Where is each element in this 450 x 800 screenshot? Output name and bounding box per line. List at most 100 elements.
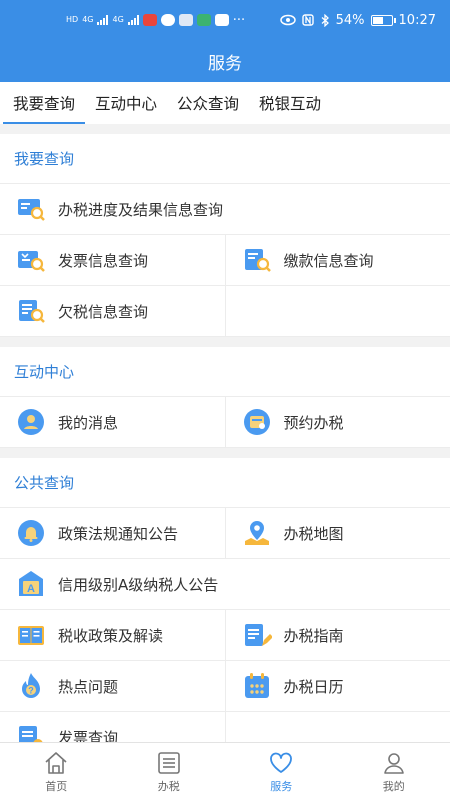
section-title: 互动中心 — [0, 347, 450, 397]
row: 我的消息 预约办税 — [0, 397, 450, 448]
item-tax-guide[interactable]: 办税指南 — [224, 610, 450, 660]
section-interaction-center: 互动中心 我的消息 预约办税 — [0, 347, 450, 448]
home-icon — [45, 751, 67, 774]
item-label: 办税指南 — [283, 626, 344, 645]
item-progress-query[interactable]: 办税进度及结果信息查询 — [0, 184, 450, 234]
status-right: 54% 10:27 — [279, 12, 436, 28]
item-label: 缴款信息查询 — [283, 251, 374, 270]
flame-question-icon: ? — [22, 673, 40, 698]
section-public-query: 公共查询 政策法规通知公告 办税地图 A 信用级别A级纳税人公告 税收政策及解读 — [0, 458, 450, 763]
calendar-icon — [244, 673, 269, 698]
item-policy-notice[interactable]: 政策法规通知公告 — [0, 508, 225, 558]
more-notifications: ··· — [232, 12, 246, 28]
row: A 信用级别A级纳税人公告 — [0, 559, 450, 610]
app-notification-icon-2 — [196, 14, 211, 26]
row: ? 热点问题 办税日历 — [0, 661, 450, 712]
item-tax-calendar[interactable]: 办税日历 — [224, 661, 450, 711]
invoice-search-icon — [18, 251, 45, 272]
row: 税收政策及解读 办税指南 — [0, 610, 450, 661]
nav-label: 我的 — [382, 779, 405, 793]
divider — [0, 124, 450, 134]
svg-text:A: A — [27, 583, 35, 595]
item-label: 办税进度及结果信息查询 — [58, 200, 224, 219]
status-left: HD 4G 4G ··· — [66, 13, 280, 28]
list-icon — [157, 751, 180, 774]
guide-icon — [244, 624, 272, 646]
tab-my-query[interactable]: 我要查询 — [3, 82, 86, 124]
hd-indicator: HD — [66, 15, 79, 24]
app-notification-icon-3 — [214, 14, 229, 26]
tab-tax-bank[interactable]: 税银互动 — [249, 82, 331, 124]
item-hot-questions[interactable]: ? 热点问题 — [0, 661, 225, 711]
content: 我要查询 办税进度及结果信息查询 发票信息查询 缴款信息查询 欠税信息查询 互动… — [0, 124, 450, 763]
row: 欠税信息查询 — [0, 286, 450, 337]
network-type-2: 4G — [112, 15, 124, 24]
clock: 10:27 — [398, 12, 436, 28]
appointment-icon — [243, 409, 270, 435]
svg-text:?: ? — [28, 686, 34, 696]
row: 办税进度及结果信息查询 — [0, 184, 450, 235]
bell-icon — [18, 520, 44, 546]
eye-icon — [279, 14, 296, 26]
nav-service[interactable]: 服务 — [225, 743, 338, 800]
divider — [0, 337, 450, 347]
item-label: 我的消息 — [58, 413, 119, 432]
row: 发票信息查询 缴款信息查询 — [0, 235, 450, 286]
tab-public-query[interactable]: 公众查询 — [167, 82, 249, 124]
map-pin-icon — [244, 521, 269, 545]
heart-icon — [270, 752, 293, 773]
nav-label: 首页 — [45, 779, 68, 793]
item-tax-map[interactable]: 办税地图 — [224, 508, 450, 558]
bluetooth-icon — [321, 13, 329, 27]
signal-icon — [97, 15, 109, 25]
card-notification-icon — [178, 14, 193, 26]
bottom-nav: 首页 办税 服务 我的 — [0, 742, 450, 800]
tab-interaction-center[interactable]: 互动中心 — [85, 82, 167, 124]
payment-search-icon — [244, 249, 271, 272]
book-icon — [18, 626, 44, 645]
divider — [0, 448, 450, 458]
network-type: 4G — [82, 15, 94, 24]
nav-mine[interactable]: 我的 — [338, 743, 450, 800]
item-label: 政策法规通知公告 — [58, 524, 179, 543]
nav-home[interactable]: 首页 — [0, 743, 113, 800]
user-message-icon — [18, 409, 44, 435]
item-label: 办税日历 — [283, 677, 344, 696]
item-label: 热点问题 — [58, 677, 119, 696]
battery-percent: 54% — [335, 12, 365, 28]
item-arrears-info-query[interactable]: 欠税信息查询 — [0, 286, 225, 336]
item-credit-a-notice[interactable]: A 信用级别A级纳税人公告 — [0, 559, 450, 609]
item-label: 信用级别A级纳税人公告 — [58, 575, 219, 594]
section-my-query: 我要查询 办税进度及结果信息查询 发票信息查询 缴款信息查询 欠税信息查询 — [0, 134, 450, 337]
item-label: 税收政策及解读 — [58, 626, 164, 645]
nav-tax[interactable]: 办税 — [113, 743, 226, 800]
user-icon — [383, 752, 404, 774]
signal-icon-2 — [127, 15, 139, 25]
item-tax-policy-reading[interactable]: 税收政策及解读 — [0, 610, 225, 660]
item-label: 办税地图 — [283, 524, 344, 543]
page-title: 服务 — [208, 53, 242, 74]
credit-a-icon: A — [19, 571, 43, 596]
tab-bar: 我要查询 互动中心 公众查询 税银互动 — [0, 82, 450, 124]
top-bar: HD 4G 4G ··· 54% 10:27 服务 — [0, 0, 450, 82]
section-title: 我要查询 — [0, 134, 450, 184]
status-bar: HD 4G 4G ··· 54% 10:27 — [0, 0, 450, 40]
chat-notification-icon — [160, 14, 175, 26]
item-label: 欠税信息查询 — [58, 302, 149, 321]
item-label: 预约办税 — [283, 413, 344, 432]
item-payment-info-query[interactable]: 缴款信息查询 — [224, 235, 450, 285]
app-notification-icon — [142, 14, 157, 26]
section-title: 公共查询 — [0, 458, 450, 508]
empty-cell — [224, 286, 450, 336]
row: 政策法规通知公告 办税地图 — [0, 508, 450, 559]
battery-icon — [370, 14, 396, 26]
nav-label: 服务 — [270, 779, 293, 793]
nfc-icon — [301, 14, 314, 26]
progress-search-icon — [18, 199, 45, 221]
item-appointment[interactable]: 预约办税 — [224, 397, 450, 447]
arrears-search-icon — [19, 300, 45, 323]
item-label: 发票信息查询 — [58, 251, 149, 270]
item-invoice-info-query[interactable]: 发票信息查询 — [0, 235, 225, 285]
item-my-messages[interactable]: 我的消息 — [0, 397, 225, 447]
nav-label: 办税 — [157, 779, 180, 793]
